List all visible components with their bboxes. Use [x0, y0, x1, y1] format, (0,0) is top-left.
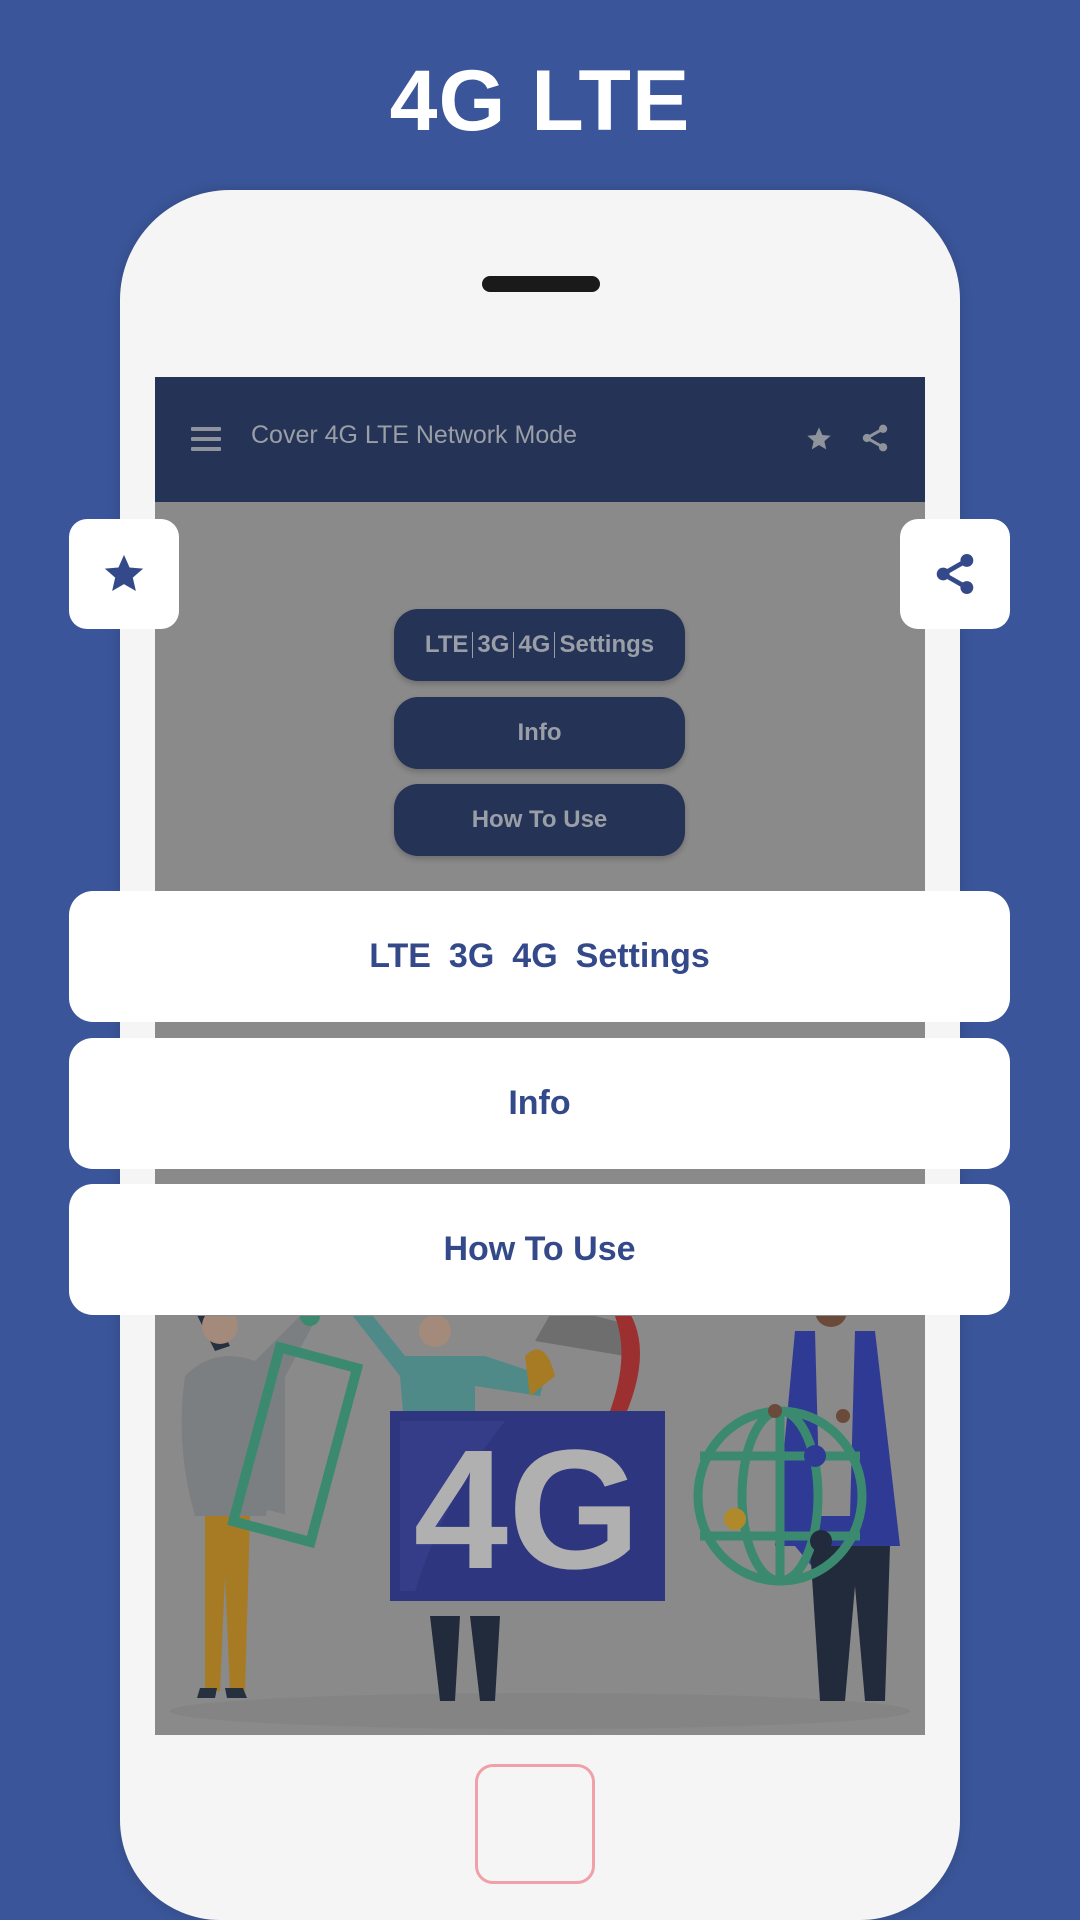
separator [513, 632, 515, 658]
illustration-4g-people: 4G [155, 1316, 925, 1735]
separator [554, 632, 556, 658]
info-button[interactable]: Info [69, 1038, 1010, 1169]
star-icon[interactable] [805, 425, 833, 453]
star-icon [104, 554, 144, 592]
badge-4g-text: 4G [414, 1415, 641, 1605]
label-settings: Settings [575, 937, 710, 975]
share-button[interactable] [900, 519, 1010, 629]
how-to-use-button[interactable]: How To Use [69, 1184, 1010, 1315]
label-3g: 3G [477, 631, 510, 658]
hamburger-menu-icon[interactable] [191, 427, 221, 451]
label-lte: LTE [369, 937, 431, 975]
how-to-use-button-dimmed[interactable]: How To Use [394, 784, 685, 856]
app-bar: Cover 4G LTE Network Mode [155, 377, 925, 502]
info-button-dimmed[interactable]: Info [394, 697, 685, 769]
phone-home-button [475, 1764, 595, 1884]
label-4g: 4G [518, 631, 551, 658]
separator [472, 632, 474, 658]
promo-title: 4G LTE [389, 53, 691, 149]
settings-button[interactable]: LTE 3G 4G Settings [69, 891, 1010, 1022]
label-3g: 3G [448, 937, 495, 975]
label-4g: 4G [512, 937, 558, 975]
label-lte: LTE [424, 631, 469, 658]
label-settings: Settings [559, 631, 655, 658]
share-icon[interactable] [861, 423, 889, 453]
app-title: Cover 4G LTE Network Mode [251, 421, 578, 449]
favorite-button[interactable] [69, 519, 179, 629]
settings-button-dimmed[interactable]: LTE 3G 4G Settings [394, 609, 685, 681]
phone-speaker [482, 276, 600, 292]
share-icon [936, 554, 974, 594]
